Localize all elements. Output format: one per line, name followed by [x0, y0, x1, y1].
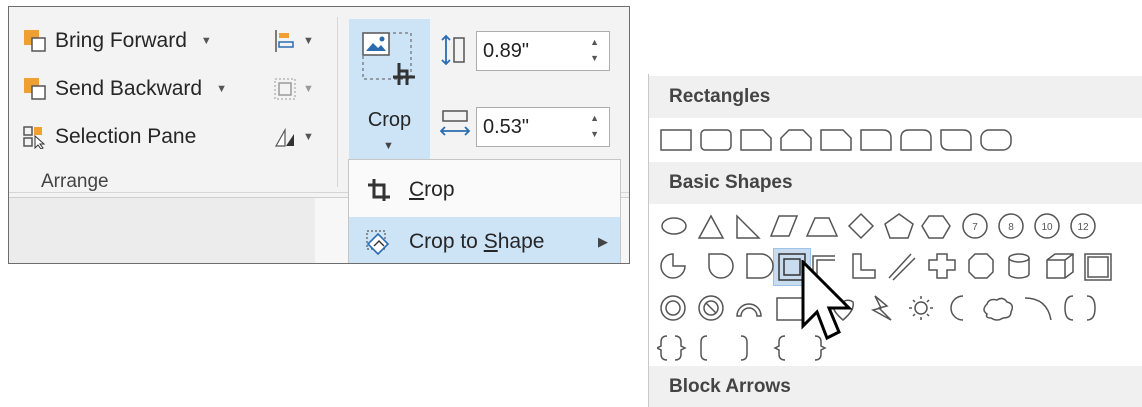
category-basic-shapes: Basic Shapes: [649, 162, 1142, 204]
rotate-button[interactable]: ▼: [273, 125, 314, 149]
shape-width-field[interactable]: 0.53" ▲ ▼: [476, 107, 610, 147]
rotate-icon: [274, 127, 294, 147]
shapes-gallery: Rectangles Basic Shapes 7 8 10 12 Block …: [648, 74, 1142, 407]
align-button[interactable]: ▼: [273, 29, 314, 53]
spin-down-icon[interactable]: ▼: [590, 129, 599, 139]
category-block-arrows: Block Arrows: [649, 366, 1142, 407]
spin-up-icon[interactable]: ▲: [590, 37, 599, 47]
shape-height-icon: [441, 34, 465, 66]
submenu-arrow-icon: ▶: [598, 234, 608, 249]
group-button[interactable]: ▼: [273, 77, 314, 101]
crop-to-shape-icon: [349, 229, 409, 255]
menu-item-crop-to-shape[interactable]: Crop to Shape ▶: [349, 217, 620, 263]
crop-icon: [362, 32, 415, 85]
group-dropdown-icon[interactable]: ▼: [303, 83, 314, 95]
crop-label: Crop: [367, 109, 412, 131]
send-backward-icon: [24, 78, 46, 100]
align-dropdown-icon[interactable]: ▼: [303, 35, 314, 47]
mouse-pointer-icon: [801, 260, 853, 341]
shape-width-value: 0.53": [483, 116, 530, 138]
svg-text:8: 8: [1008, 222, 1014, 233]
shape-width-icon: [439, 110, 471, 136]
bring-forward-label: Bring Forward: [55, 29, 187, 52]
bring-forward-button[interactable]: Bring Forward ▼: [23, 29, 212, 53]
spin-up-icon[interactable]: ▲: [590, 113, 599, 123]
bring-forward-dropdown-icon[interactable]: ▼: [201, 35, 212, 47]
crop-button[interactable]: Crop ▼: [349, 19, 430, 162]
basic-shapes-row-3: [660, 295, 1096, 321]
group-divider: [337, 17, 338, 187]
group-icon: [274, 78, 296, 100]
selection-pane-icon: [23, 126, 46, 149]
category-rectangles: Rectangles: [649, 76, 1142, 118]
basic-shapes-row: [657, 292, 1142, 328]
bring-forward-icon: [24, 30, 46, 52]
menu-item-crop-label: Crop: [409, 178, 455, 201]
align-icon: [275, 30, 294, 52]
rectangle-shapes: [660, 129, 1012, 151]
selection-pane-label: Selection Pane: [55, 125, 197, 148]
crop-dropdown-icon[interactable]: ▼: [383, 140, 394, 152]
send-backward-dropdown-icon[interactable]: ▼: [216, 83, 227, 95]
basic-shapes-row-1: 7 8 10 12: [661, 212, 1096, 240]
basic-shapes-row: 7 8 10 12: [657, 210, 1142, 246]
crop-dropdown-menu: Crop Crop to Shape ▶: [348, 159, 621, 263]
ribbon-panel: Bring Forward ▼ Send Backward ▼ Selectio…: [8, 6, 630, 264]
svg-text:10: 10: [1041, 222, 1053, 233]
menu-item-crop-to-shape-label: Crop to Shape: [409, 230, 545, 253]
menu-item-crop[interactable]: Crop: [349, 165, 620, 215]
spin-down-icon[interactable]: ▼: [590, 53, 599, 63]
rotate-dropdown-icon[interactable]: ▼: [303, 131, 314, 143]
basic-shapes-row-2: [660, 253, 1112, 281]
selection-pane-button[interactable]: Selection Pane: [23, 125, 196, 149]
basic-shapes-row: [657, 250, 1142, 286]
svg-text:12: 12: [1077, 222, 1089, 233]
send-backward-button[interactable]: Send Backward ▼: [23, 77, 227, 101]
arrange-group-label: Arrange: [41, 171, 109, 192]
svg-text:7: 7: [972, 222, 978, 233]
crop-icon: [349, 177, 409, 203]
shape-height-value: 0.89": [483, 40, 530, 62]
rectangles-row: [657, 124, 1017, 160]
shape-height-field[interactable]: 0.89" ▲ ▼: [476, 31, 610, 71]
send-backward-label: Send Backward: [55, 77, 203, 100]
